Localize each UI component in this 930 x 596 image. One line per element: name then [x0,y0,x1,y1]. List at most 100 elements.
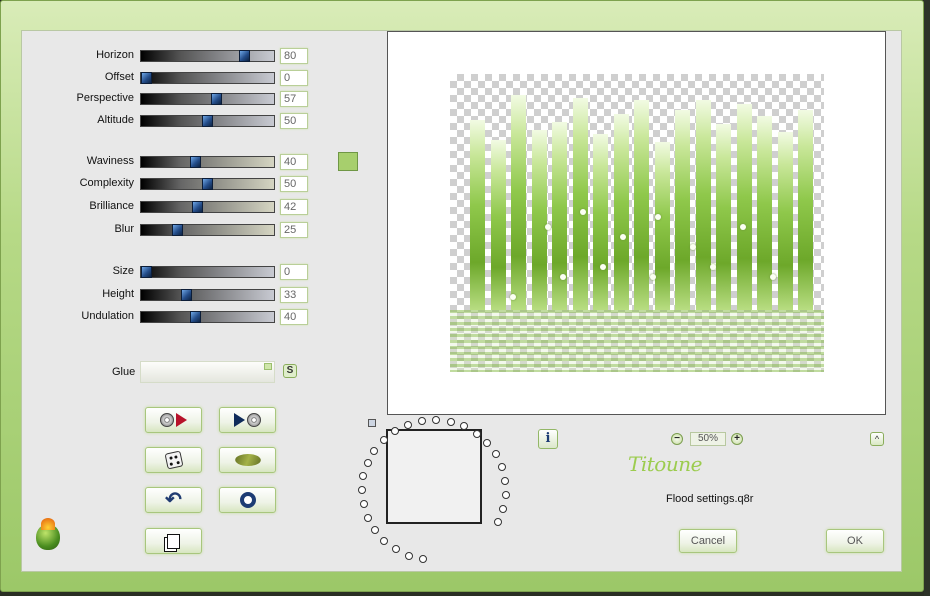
flower-bud [655,214,661,220]
preview-image [450,74,824,372]
cancel-label: Cancel [690,535,726,547]
flower-bud [770,274,776,280]
flower-bud [710,264,716,270]
slider-thumb[interactable] [211,93,222,105]
slider-value-field[interactable]: 57 [280,91,308,107]
red-play-icon [176,413,187,427]
flower-bud [650,274,656,280]
slider-value-field[interactable]: 25 [280,222,308,238]
copy-button[interactable] [145,528,202,554]
slider-thumb[interactable] [192,201,203,213]
dial-dot[interactable] [446,417,455,426]
slider-value-field[interactable]: 40 [280,309,308,325]
dial-dot[interactable] [404,551,413,560]
pages-icon [167,533,180,549]
preview-stripe [654,142,670,310]
preview-stripe [736,104,752,310]
slider-label: Perspective [76,92,134,104]
color-swatch[interactable] [338,152,358,171]
author-signature: Titoune [628,452,702,476]
zoom-level: 50% [690,432,726,446]
glue-label: Glue [112,366,136,378]
slider-track[interactable] [140,266,275,278]
collapse-button[interactable]: ^ [870,432,884,446]
slider-track[interactable] [140,72,275,84]
slider-track[interactable] [140,311,275,323]
slider-thumb[interactable] [202,178,213,190]
dial-dot[interactable] [417,417,426,425]
zoom-out-button[interactable]: − [671,433,683,445]
dial-dot[interactable] [418,555,427,564]
undo-arrow-icon: ↶ [165,489,182,511]
dial-dot[interactable] [501,490,510,499]
slider-track[interactable] [140,50,275,62]
slider-value-field[interactable]: 50 [280,176,308,192]
ok-label: OK [847,535,863,547]
reset-button[interactable] [219,487,276,513]
slider-row: Brilliance 42 [60,199,310,215]
slider-thumb[interactable] [141,266,152,278]
navigator-thumbnail[interactable] [386,429,482,524]
dial-dot[interactable] [370,526,379,535]
wave-icon [232,454,263,466]
flower-bud [620,234,626,240]
slider-value-field[interactable]: 40 [280,154,308,170]
wave-button[interactable] [219,447,276,473]
preview-stripe [511,95,526,310]
dial-dot[interactable] [472,429,481,438]
preview-stripe [593,134,608,310]
glue-slider[interactable] [140,361,275,383]
dice-icon [164,450,183,470]
flower-bud [690,244,696,250]
slider-value-field[interactable]: 80 [280,48,308,64]
slider-track[interactable] [140,178,275,190]
slider-label: Complexity [79,177,134,189]
slider-value-field[interactable]: 50 [280,113,308,129]
dial-dot[interactable] [494,517,503,526]
slider-thumb[interactable] [239,50,250,62]
slider-row: Height 33 [60,287,310,303]
settings-filename: Flood settings.q8r [666,493,754,505]
randomize-button[interactable] [145,447,202,473]
slider-value-field[interactable]: 33 [280,287,308,303]
desktop-background [924,0,930,596]
undo-button[interactable]: ↶ [145,487,202,513]
flower-bud [740,224,746,230]
slider-value-field[interactable]: 0 [280,264,308,280]
slider-thumb[interactable] [190,311,201,323]
slider-track[interactable] [140,224,275,236]
zoom-in-button[interactable]: + [731,433,743,445]
dial-dot[interactable] [359,500,368,509]
slider-track[interactable] [140,201,275,213]
flower-bud [560,274,566,280]
slider-label: Size [112,265,134,277]
dial-dot[interactable] [379,435,388,444]
info-button[interactable]: i [538,429,558,449]
slider-row: Perspective 57 [60,91,310,107]
cancel-button[interactable]: Cancel [679,529,737,553]
slider-track[interactable] [140,93,275,105]
navigator-handle[interactable] [368,419,376,427]
slider-track[interactable] [140,115,275,127]
preview-stripe [716,124,731,310]
glue-slider-thumb[interactable] [264,363,272,370]
slider-thumb[interactable] [141,72,152,84]
slider-row: Complexity 50 [60,176,310,192]
slider-thumb[interactable] [190,156,201,168]
slider-thumb[interactable] [181,289,192,301]
slider-thumb[interactable] [172,224,183,236]
slider-track[interactable] [140,289,275,301]
flower-bud [580,209,586,215]
slider-thumb[interactable] [202,115,213,127]
play-reverse-button[interactable] [145,407,202,433]
play-forward-button[interactable] [219,407,276,433]
ok-button[interactable]: OK [826,529,884,553]
slider-value-field[interactable]: 42 [280,199,308,215]
preview-stripe [798,110,813,310]
dial-dot[interactable] [403,420,412,429]
dial-dot[interactable] [363,513,372,522]
slider-value-field[interactable]: 0 [280,70,308,86]
glue-toggle-button[interactable]: S [283,364,297,378]
slider-track[interactable] [140,156,275,168]
dial-dot[interactable] [363,459,372,467]
